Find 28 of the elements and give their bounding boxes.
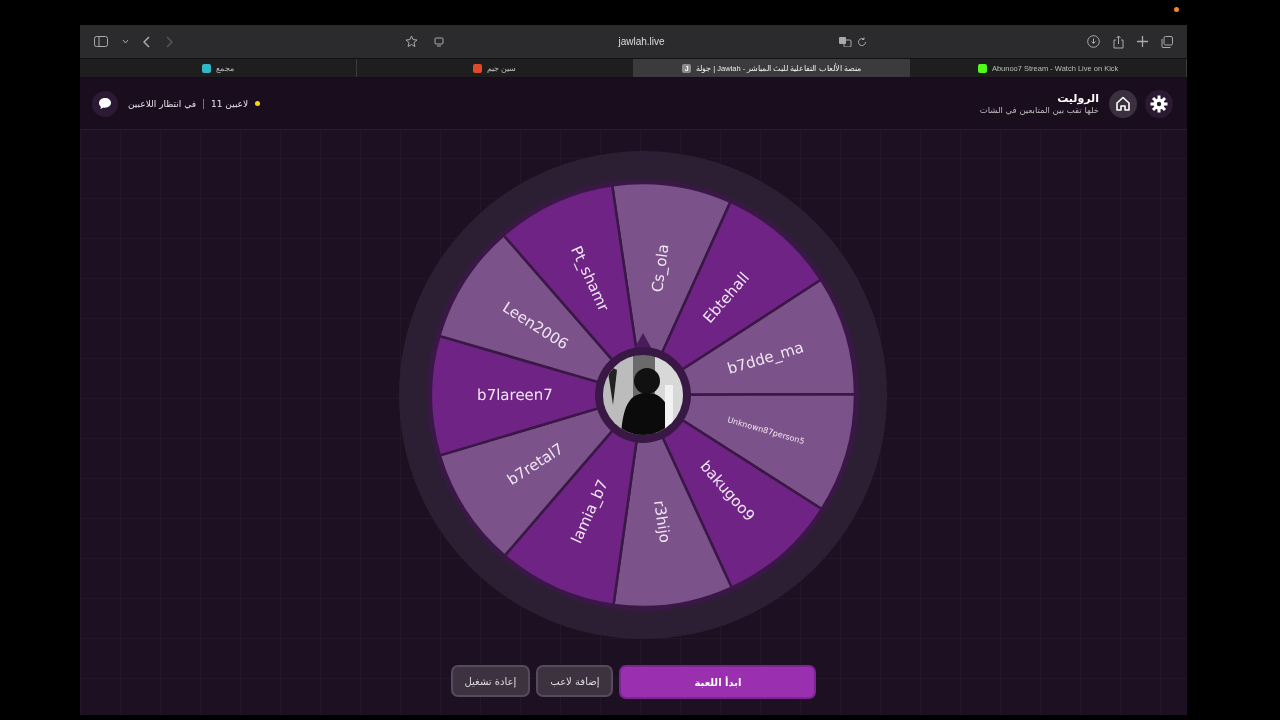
page-subtitle: خلها تقب بين المتابعين في الشات	[979, 105, 1099, 115]
chat-icon	[92, 90, 118, 117]
reload-icon[interactable]	[857, 36, 867, 47]
chevron-down-icon[interactable]	[122, 39, 129, 44]
page-title: الروليت	[1057, 92, 1099, 105]
translate-icon[interactable]	[839, 36, 852, 47]
share-icon[interactable]	[1113, 34, 1124, 49]
sidebar-icon[interactable]	[94, 36, 108, 47]
plus-icon[interactable]	[1137, 36, 1148, 47]
tabs-icon[interactable]	[1161, 35, 1173, 48]
action-button[interactable]: إعادة تشغيل	[450, 665, 531, 697]
player-name: b7lareen7	[477, 385, 553, 405]
download-icon[interactable]	[1087, 35, 1100, 48]
settings-button[interactable]	[1145, 89, 1173, 118]
status-text: في انتظار اللاعبين	[128, 98, 196, 109]
player-count: 11 لاعبين	[211, 98, 249, 109]
status-dot	[1174, 7, 1179, 12]
page-icon	[434, 36, 444, 47]
start-button[interactable]: ابدأ اللعبة	[619, 665, 817, 699]
home-button[interactable]	[1109, 89, 1137, 118]
gear-icon	[1150, 94, 1168, 113]
home-icon	[1115, 96, 1131, 111]
star-icon[interactable]	[405, 35, 418, 48]
back-icon[interactable]	[143, 35, 151, 48]
player-name: Cs_ola	[648, 243, 673, 294]
player-name: r3hijo	[650, 499, 675, 544]
online-dot	[255, 101, 261, 106]
action-button[interactable]: إضافة لاعب	[536, 665, 614, 697]
